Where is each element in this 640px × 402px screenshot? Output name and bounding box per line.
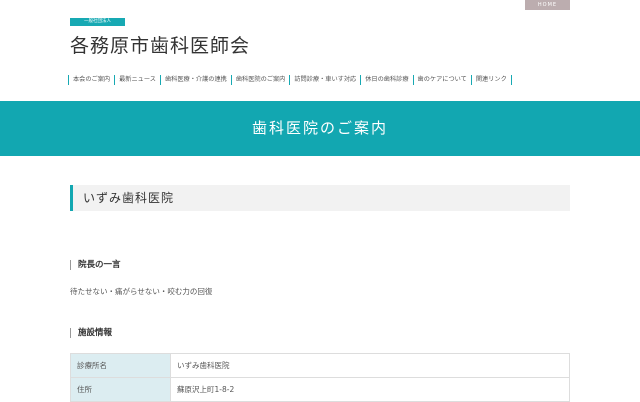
main-nav: 本会のご案内 最新ニュース 歯科医療・介護の連携 歯科医院のご案内 訪問診療・車… xyxy=(68,75,512,85)
nav-item-home-visit[interactable]: 訪問診療・車いす対応 xyxy=(289,75,360,85)
facility-info-heading: 施設情報 xyxy=(70,328,112,338)
nav-item-about[interactable]: 本会のご案内 xyxy=(68,75,114,85)
director-message-text: 待たせない・痛がらせない・咬む力の回復 xyxy=(70,287,213,296)
site-title[interactable]: 各務原市歯科医師会 xyxy=(70,31,250,58)
row-label: 診療所名 xyxy=(70,353,171,378)
facility-info-table: 診療所名 いずみ歯科医院 住所 蘇原沢上町1-8-2 xyxy=(70,353,570,402)
table-row: 診療所名 いずみ歯科医院 xyxy=(70,353,570,378)
nav-item-news[interactable]: 最新ニュース xyxy=(114,75,160,85)
nav-item-clinics[interactable]: 歯科医院のご案内 xyxy=(230,75,290,85)
nav-item-links[interactable]: 関連リンク xyxy=(470,75,512,85)
nav-item-dental-care[interactable]: 歯のケアについて xyxy=(412,75,471,85)
org-type-badge: 一般社団法人 xyxy=(70,18,125,26)
clinic-name-heading: いずみ歯科医院 xyxy=(70,185,570,211)
row-value: 蘇原沢上町1-8-2 xyxy=(170,377,570,402)
home-button[interactable]: HOME xyxy=(525,0,570,10)
nav-item-holiday[interactable]: 休日の歯科診療 xyxy=(360,75,412,85)
director-message-heading: 院長の一言 xyxy=(70,260,121,270)
nav-item-care-cooperation[interactable]: 歯科医療・介護の連携 xyxy=(159,75,231,85)
row-value: いずみ歯科医院 xyxy=(170,353,570,378)
row-label: 住所 xyxy=(70,377,171,402)
page-banner-title: 歯科医院のご案内 xyxy=(0,101,640,156)
table-row: 住所 蘇原沢上町1-8-2 xyxy=(70,377,570,402)
